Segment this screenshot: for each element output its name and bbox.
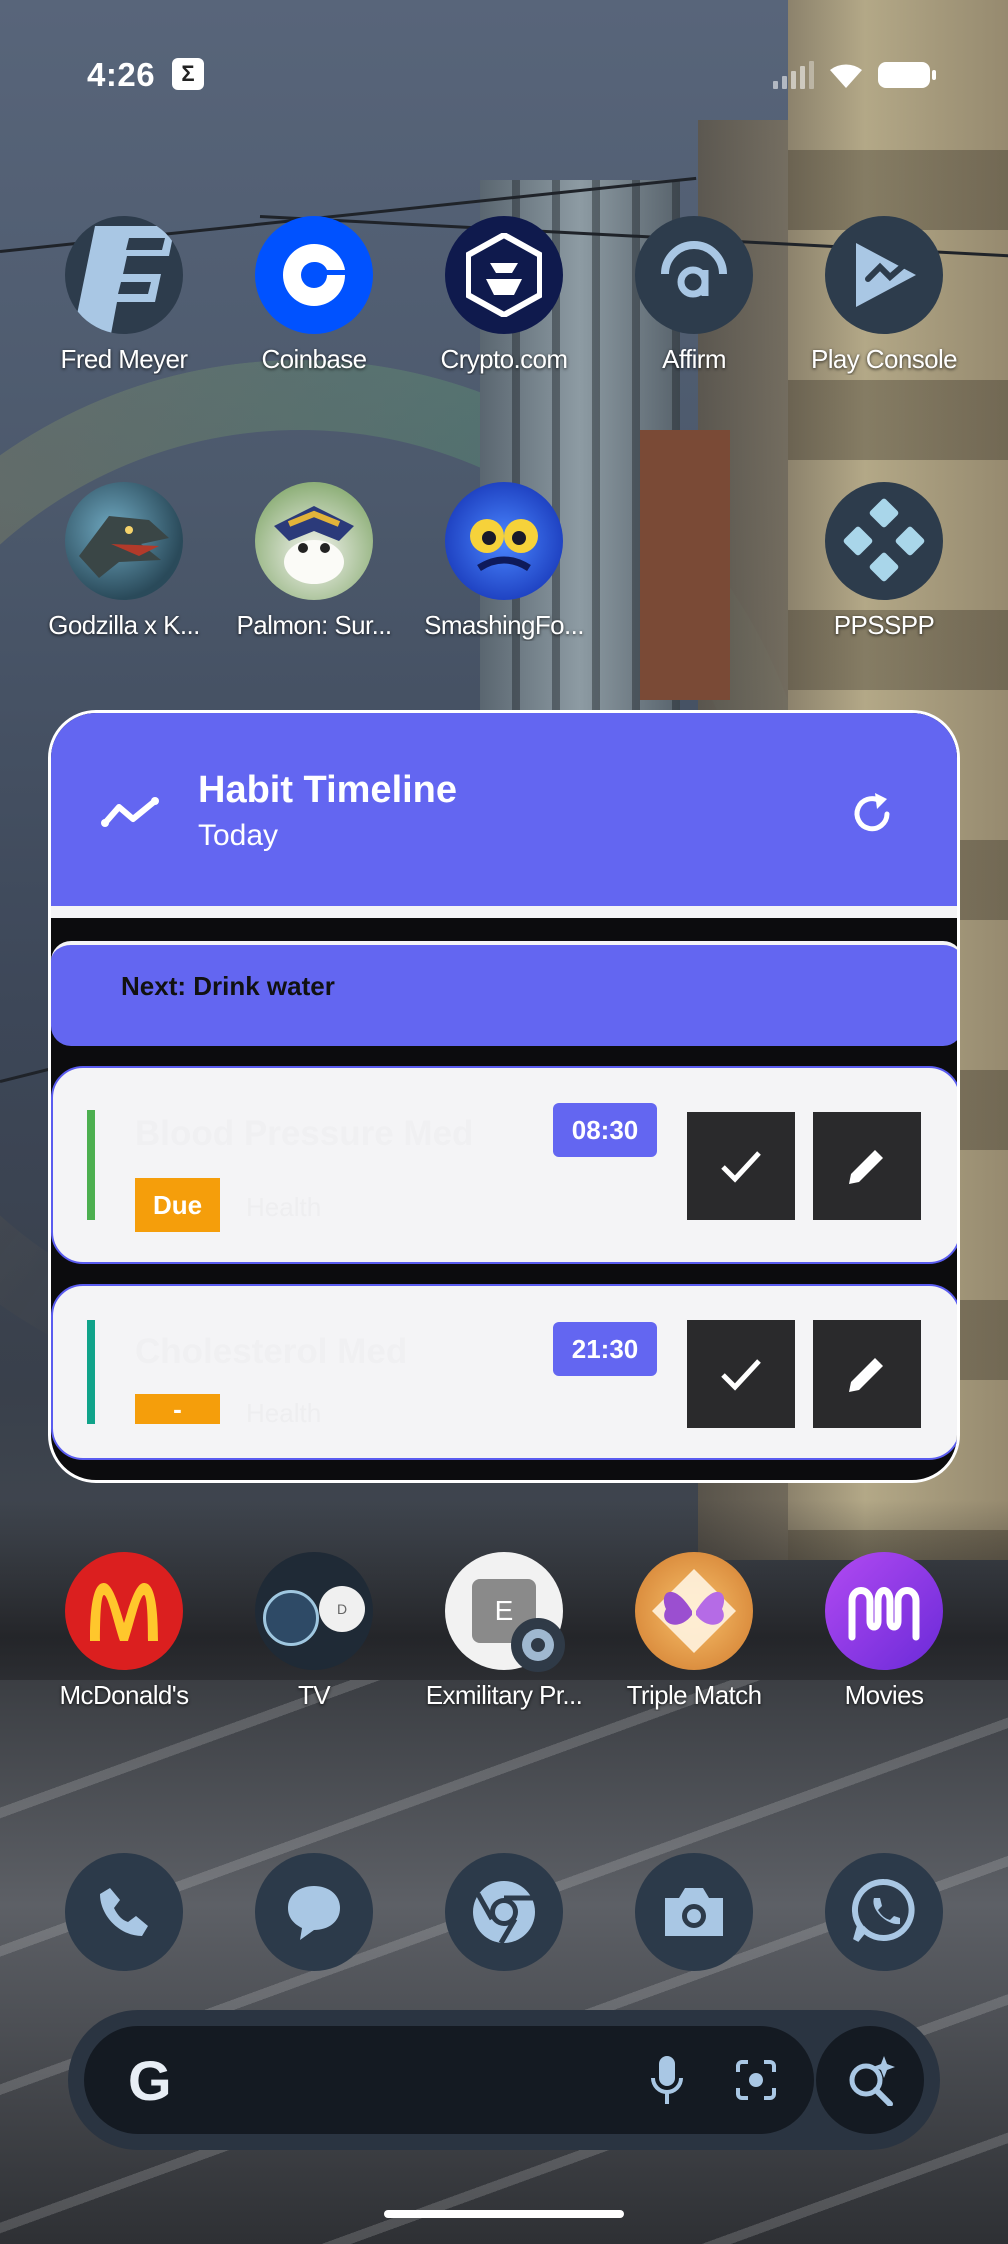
app-label: Palmon: Sur...	[236, 610, 393, 640]
app-affirm[interactable]: Affirm	[599, 216, 789, 375]
app-exmilitary[interactable]: E Exmilitary Pr...	[409, 1552, 599, 1711]
habit-status-badge: Due	[135, 1178, 220, 1232]
ppsspp-icon	[825, 482, 943, 600]
habit-category: Health	[246, 1398, 322, 1428]
complete-button[interactable]	[687, 1320, 795, 1428]
check-icon	[721, 1359, 761, 1391]
status-time: 4:26	[87, 56, 156, 93]
app-label: Fred Meyer	[60, 344, 189, 374]
search-input[interactable]: G	[84, 2026, 814, 2134]
notification-icon: Σ	[172, 58, 204, 90]
gesture-handle[interactable]	[384, 2210, 624, 2218]
google-logo: G	[128, 2049, 172, 2112]
sparkle-search-icon	[849, 2056, 895, 2106]
refresh-icon[interactable]	[847, 789, 897, 839]
widget-subtitle: Today	[198, 819, 279, 852]
signal-icon	[773, 61, 814, 89]
widget-header: Habit Timeline Today	[51, 713, 957, 918]
check-icon	[721, 1151, 761, 1183]
pencil-icon	[849, 1150, 883, 1184]
lens-icon[interactable]	[734, 2058, 778, 2102]
edit-button[interactable]	[813, 1112, 921, 1220]
app-godzilla[interactable]: Godzilla x K...	[29, 482, 219, 641]
smashing-four-icon	[445, 482, 563, 600]
whatsapp-icon[interactable]	[825, 1853, 943, 1971]
app-smashing-four[interactable]: SmashingFo...	[409, 482, 599, 641]
app-label: Play Console	[811, 344, 958, 374]
app-label: Triple Match	[626, 1680, 762, 1710]
exmilitary-icon: E	[445, 1552, 565, 1672]
camera-icon[interactable]	[635, 1853, 753, 1971]
godzilla-icon	[65, 482, 183, 600]
habit-time-badge: 21:30	[553, 1322, 657, 1376]
edit-button[interactable]	[813, 1320, 921, 1428]
pencil-icon	[849, 1358, 883, 1392]
app-label: McDonald's	[59, 1680, 189, 1710]
app-ppsspp[interactable]: PPSSPP	[789, 482, 979, 641]
app-label: Crypto.com	[440, 344, 569, 374]
app-label: Movies	[844, 1680, 924, 1710]
chrome-badge-icon	[511, 1618, 565, 1672]
app-label: Godzilla x K...	[48, 610, 200, 640]
messages-icon[interactable]	[255, 1853, 373, 1971]
next-habit-label: Next: Drink water	[121, 971, 335, 1001]
app-label: SmashingFo...	[424, 610, 584, 640]
fred-meyer-icon	[65, 216, 183, 334]
palmon-icon	[255, 482, 373, 600]
app-label: Exmilitary Pr...	[425, 1680, 583, 1710]
next-habit-banner[interactable]: Next: Drink water	[51, 941, 957, 1046]
habit-timeline-widget[interactable]: Habit Timeline Today Next: Drink water B…	[48, 710, 960, 1483]
complete-button[interactable]	[687, 1112, 795, 1220]
mcdonalds-icon	[65, 1552, 183, 1670]
trend-icon	[101, 797, 159, 827]
widget-title: Habit Timeline	[198, 769, 458, 811]
tv-folder-icon: D	[255, 1552, 373, 1670]
app-label: Affirm	[662, 344, 726, 374]
habit-name: Blood Pressure Med	[135, 1114, 474, 1153]
habit-card[interactable]: Blood Pressure Med 08:30 Due Health	[51, 1066, 957, 1264]
battery-icon	[878, 62, 936, 88]
wifi-icon	[830, 64, 862, 88]
habit-accent-bar	[87, 1110, 95, 1220]
app-label: TV	[297, 1680, 331, 1710]
app-coinbase[interactable]: Coinbase	[219, 216, 409, 375]
app-play-console[interactable]: Play Console	[789, 216, 979, 375]
coinbase-icon	[255, 216, 373, 334]
google-search-bar[interactable]: G	[68, 2010, 940, 2150]
play-console-icon	[825, 216, 943, 334]
habit-time-badge: 08:30	[553, 1103, 657, 1157]
habit-status-badge: -	[135, 1394, 220, 1424]
habit-accent-bar	[87, 1320, 95, 1424]
habit-card[interactable]: Cholesterol Med 21:30 - Health	[51, 1284, 957, 1460]
chrome-icon[interactable]	[445, 1853, 563, 1971]
app-label: Coinbase	[261, 344, 367, 374]
phone-icon[interactable]	[65, 1853, 183, 1971]
app-label: PPSSPP	[833, 610, 935, 640]
crypto-com-icon	[445, 216, 563, 334]
affirm-icon	[635, 216, 753, 334]
app-fred-meyer[interactable]: Fred Meyer	[29, 216, 219, 375]
ai-search-button[interactable]	[816, 2026, 924, 2134]
status-bar: 4:26 Σ	[0, 0, 1008, 150]
app-triple-match[interactable]: Triple Match	[599, 1552, 789, 1711]
habit-category: Health	[246, 1192, 322, 1222]
app-crypto-com[interactable]: Crypto.com	[409, 216, 599, 375]
movies-icon	[825, 1552, 943, 1670]
habit-name: Cholesterol Med	[135, 1332, 408, 1371]
app-movies[interactable]: Movies	[789, 1552, 979, 1711]
mic-icon[interactable]	[650, 2054, 684, 2106]
app-mcdonalds[interactable]: McDonald's	[29, 1552, 219, 1711]
triple-match-icon	[635, 1552, 753, 1670]
app-tv-folder[interactable]: D TV	[219, 1552, 409, 1711]
app-palmon[interactable]: Palmon: Sur...	[219, 482, 409, 641]
